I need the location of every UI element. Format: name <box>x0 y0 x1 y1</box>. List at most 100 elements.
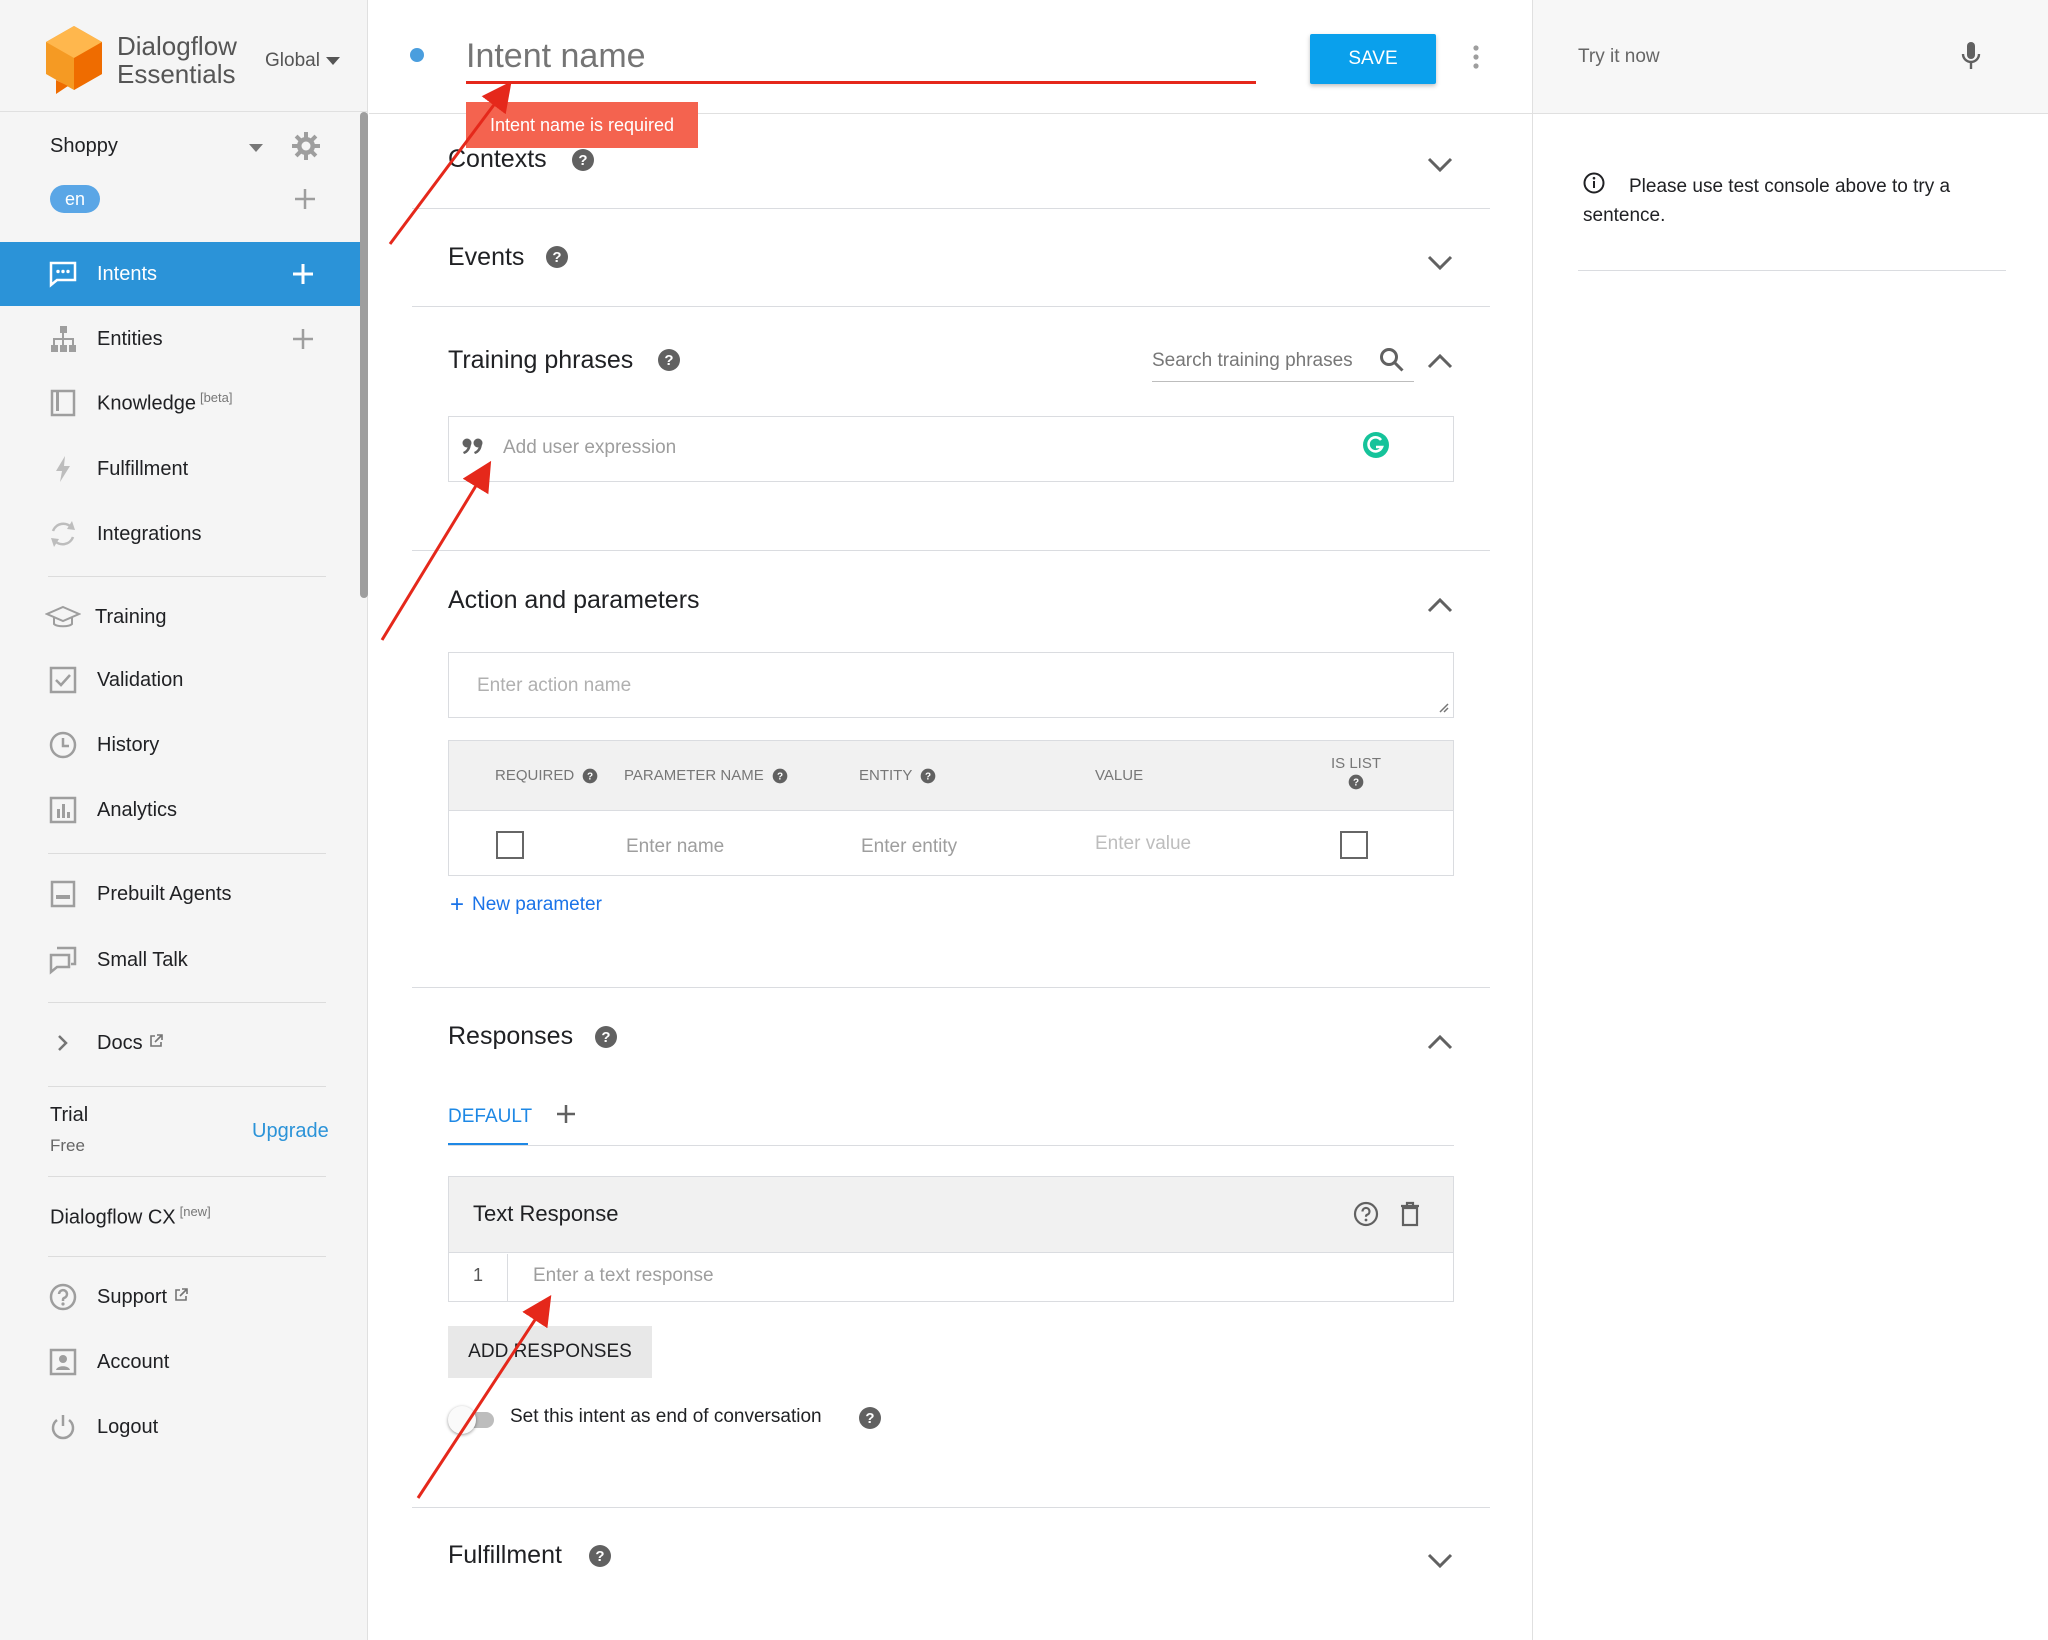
sidebar-item-small-talk[interactable]: Small Talk <box>0 928 360 992</box>
column-parameter-name: PARAMETER NAME ? <box>624 767 788 784</box>
gear-icon[interactable] <box>290 130 322 162</box>
entity-input[interactable]: Enter entity <box>861 836 957 858</box>
tab-default[interactable]: DEFAULT <box>448 1106 532 1128</box>
chevron-down-icon[interactable] <box>1426 1552 1454 1570</box>
resize-handle-icon[interactable] <box>1437 701 1449 713</box>
docs-label: Docs <box>97 1031 143 1054</box>
new-parameter-link[interactable]: + New parameter <box>450 891 602 918</box>
help-icon[interactable]: ? <box>772 768 788 784</box>
grammarly-icon[interactable] <box>1362 431 1390 459</box>
action-placeholder: Enter action name <box>477 675 632 696</box>
sidebar-item-label: Knowledge [beta] <box>97 390 233 416</box>
more-vert-icon[interactable] <box>1470 44 1482 70</box>
support-label: Support <box>97 1285 168 1308</box>
action-parameters-title[interactable]: Action and parameters <box>448 586 700 615</box>
help-icon[interactable]: ? <box>858 1406 882 1430</box>
parameter-name-input[interactable]: Enter name <box>626 836 724 858</box>
add-entity-icon[interactable] <box>290 326 316 352</box>
language-badge[interactable]: en <box>50 185 100 213</box>
section-divider <box>412 550 1490 551</box>
sidebar-item-label: Analytics <box>97 798 178 821</box>
sidebar-item-integrations[interactable]: Integrations <box>0 502 360 566</box>
sidebar-item-support[interactable]: Support <box>0 1265 360 1329</box>
column-label: ENTITY <box>859 767 913 784</box>
help-icon[interactable]: ? <box>1348 774 1364 790</box>
help-icon[interactable]: ? <box>657 348 681 372</box>
action-name-input[interactable]: Enter action name <box>448 652 1454 718</box>
help-icon[interactable]: ? <box>594 1025 618 1049</box>
chevron-up-icon[interactable] <box>1426 1033 1454 1051</box>
contexts-title[interactable]: Contexts <box>448 145 547 174</box>
region-selector[interactable]: Global <box>265 50 340 72</box>
external-link-icon <box>150 1033 163 1047</box>
sidebar-item-account[interactable]: Account <box>0 1330 360 1394</box>
sidebar-item-history[interactable]: History <box>0 713 360 777</box>
try-it-now-input[interactable]: Try it now <box>1578 46 1660 68</box>
value-input[interactable]: Enter value <box>1095 833 1191 855</box>
sidebar-item-entities[interactable]: Entities <box>0 307 360 371</box>
column-entity: ENTITY ? <box>859 767 936 784</box>
help-icon[interactable]: ? <box>588 1544 612 1568</box>
trash-icon[interactable] <box>1399 1201 1421 1227</box>
agent-name[interactable]: Shoppy <box>50 135 118 158</box>
brand-header: Dialogflow Essentials Global <box>0 0 368 112</box>
agent-dropdown-icon[interactable] <box>249 144 263 152</box>
bookmark-icon <box>50 880 76 908</box>
user-expression-input[interactable]: Add user expression <box>448 416 1454 482</box>
sidebar-divider <box>48 1256 326 1257</box>
svg-text:?: ? <box>1353 777 1359 788</box>
end-conversation-toggle[interactable] <box>448 1406 498 1434</box>
chevron-up-icon[interactable] <box>1426 352 1454 370</box>
right-panel-divider <box>1578 270 2006 271</box>
add-language-icon[interactable] <box>292 186 318 212</box>
sidebar-item-validation[interactable]: Validation <box>0 648 360 712</box>
save-button[interactable]: SAVE <box>1310 34 1436 84</box>
sidebar-item-prebuilt-agents[interactable]: Prebuilt Agents <box>0 862 360 926</box>
fulfillment-title[interactable]: Fulfillment <box>448 1541 562 1570</box>
help-outline-icon[interactable] <box>1353 1201 1379 1227</box>
upgrade-link[interactable]: Upgrade <box>252 1120 329 1143</box>
required-checkbox[interactable] <box>496 831 524 859</box>
sidebar-item-docs[interactable]: Docs <box>0 1011 360 1075</box>
help-icon[interactable]: ? <box>582 768 598 784</box>
help-icon[interactable]: ? <box>920 768 936 784</box>
plus-icon: + <box>450 891 465 918</box>
knowledge-label: Knowledge <box>97 392 196 415</box>
events-title[interactable]: Events <box>448 243 524 272</box>
sidebar-item-logout[interactable]: Logout <box>0 1395 360 1459</box>
help-icon[interactable]: ? <box>545 245 569 269</box>
search-icon[interactable] <box>1378 346 1406 374</box>
book-icon <box>50 389 76 417</box>
sidebar-item-training[interactable]: Training <box>0 585 360 649</box>
microphone-icon[interactable] <box>1959 40 1983 72</box>
text-response-input[interactable]: Enter a text response <box>533 1265 714 1287</box>
intent-name-input[interactable] <box>466 32 1256 84</box>
chevron-up-icon[interactable] <box>1426 596 1454 614</box>
sidebar-item-intents[interactable]: Intents <box>0 242 360 306</box>
add-responses-button[interactable]: ADD RESPONSES <box>448 1326 652 1378</box>
svg-text:?: ? <box>552 249 561 266</box>
chat-bubble-icon <box>49 261 77 288</box>
search-training-phrases[interactable]: Search training phrases <box>1152 346 1414 382</box>
help-icon[interactable]: ? <box>571 148 595 172</box>
responses-title[interactable]: Responses <box>448 1022 573 1051</box>
chevron-down-icon <box>325 57 340 65</box>
sidebar-item-fulfillment[interactable]: Fulfillment <box>0 437 360 501</box>
beta-tag: [beta] <box>199 390 233 406</box>
sidebar-scrollbar[interactable] <box>360 112 368 598</box>
sidebar-item-label: Validation <box>97 668 184 691</box>
svg-text:?: ? <box>587 771 593 782</box>
dialogflow-cx-link[interactable]: Dialogflow CX [new] <box>50 1204 211 1230</box>
add-intent-icon[interactable] <box>290 261 316 287</box>
test-console-info: Please use test console above to try a s… <box>1583 176 1951 226</box>
sidebar-item-knowledge[interactable]: Knowledge [beta] <box>0 371 360 435</box>
column-label: VALUE <box>1095 767 1144 784</box>
tabs-divider <box>448 1145 1454 1146</box>
sidebar-item-analytics[interactable]: Analytics <box>0 778 360 842</box>
chevron-down-icon[interactable] <box>1426 156 1454 174</box>
add-tab-icon[interactable] <box>555 1103 577 1125</box>
sidebar-divider <box>48 1176 326 1177</box>
is-list-checkbox[interactable] <box>1340 831 1368 859</box>
training-phrases-title[interactable]: Training phrases <box>448 346 633 375</box>
chevron-down-icon[interactable] <box>1426 254 1454 272</box>
